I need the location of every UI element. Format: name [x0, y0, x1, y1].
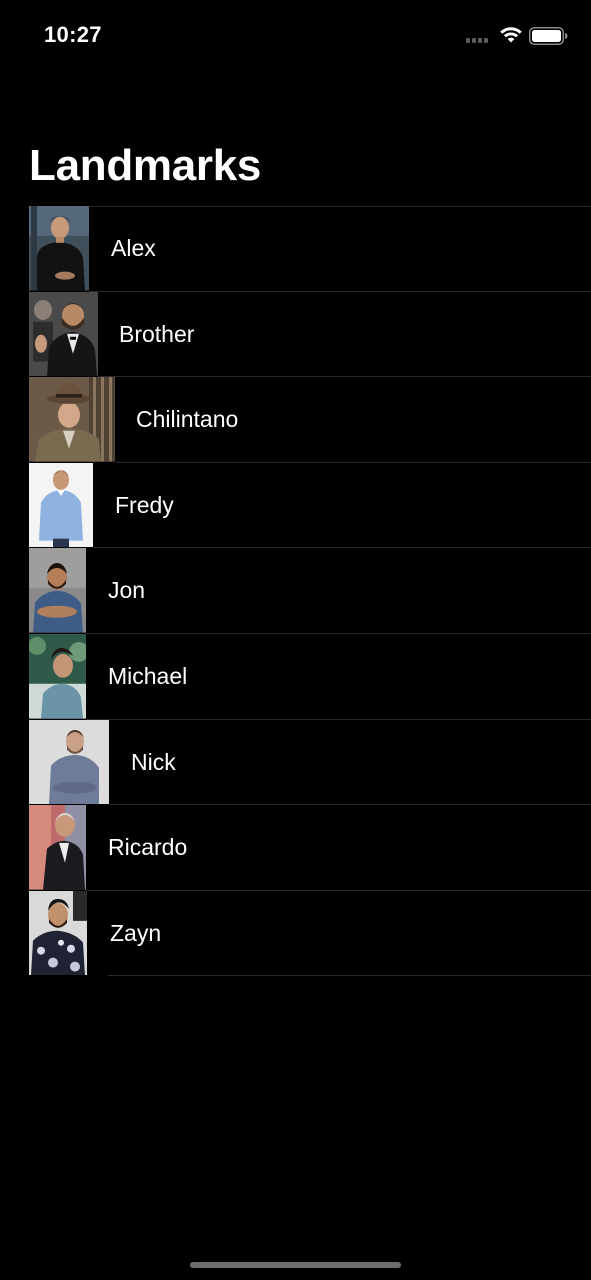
list-item[interactable]: Michael [0, 633, 591, 720]
list-item[interactable]: Jon [0, 548, 591, 634]
row-separator [108, 975, 591, 977]
wifi-icon [500, 27, 522, 43]
cellular-signal-icon [466, 38, 488, 43]
page-title: Landmarks [29, 141, 262, 190]
list-item-name: Michael [108, 662, 188, 689]
list-item-name: Ricardo [108, 834, 188, 861]
avatar [29, 890, 87, 976]
status-time: 10:27 [44, 22, 102, 47]
list-item[interactable]: Chilintano [0, 377, 591, 463]
avatar [29, 291, 98, 377]
avatar [29, 805, 86, 890]
list-item[interactable]: Ricardo [0, 805, 591, 891]
status-bar: 10:27 [0, 0, 591, 70]
avatar [29, 719, 109, 805]
list-item-name: Fredy [115, 491, 174, 518]
list-item-name: Nick [131, 748, 176, 775]
avatar [29, 633, 86, 719]
list-item[interactable]: Alex [0, 206, 591, 292]
list-item[interactable]: Nick [0, 719, 591, 806]
list-item[interactable]: Zayn [0, 890, 591, 977]
list-item-name: Zayn [110, 919, 162, 946]
list-item-name: Jon [108, 577, 146, 604]
list-item-name: Brother [119, 320, 195, 347]
avatar [29, 462, 93, 548]
list-item[interactable]: Fredy [0, 462, 591, 549]
list-item[interactable]: Brother [0, 291, 591, 378]
battery-icon [529, 27, 568, 45]
home-indicator[interactable] [190, 1262, 401, 1268]
screen: 10:27 Landmarks Alex Brother Chilintano … [0, 0, 591, 1280]
avatar [29, 206, 89, 291]
list-item-name: Chilintano [136, 406, 239, 433]
landmark-list: Alex Brother Chilintano Fredy Jon Michae… [0, 206, 591, 977]
list-item-name: Alex [111, 235, 156, 261]
avatar [29, 548, 86, 633]
avatar [29, 377, 115, 462]
